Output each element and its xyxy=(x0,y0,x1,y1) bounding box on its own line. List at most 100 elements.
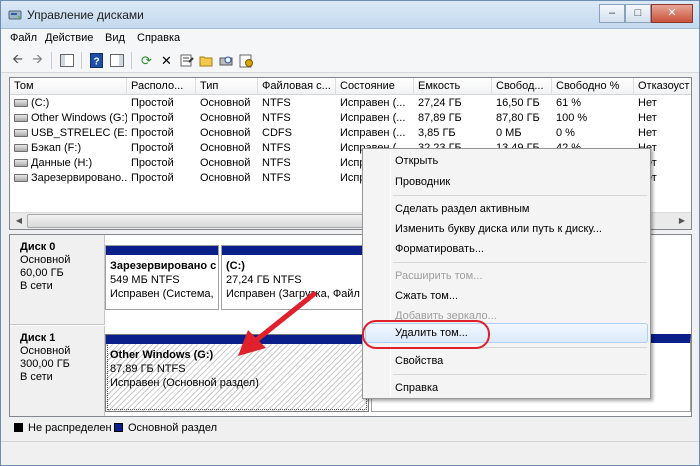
cell: Other Windows (G:) xyxy=(31,112,127,124)
scroll-left-icon[interactable]: ◀ xyxy=(11,214,27,228)
forward-icon[interactable]: 🡪 xyxy=(29,51,46,69)
minimize-button[interactable]: – xyxy=(599,4,625,23)
menu-bar: Файл Действие Вид Справка xyxy=(1,29,699,48)
column-header[interactable]: Свободно % xyxy=(552,78,634,95)
open-folder-icon[interactable] xyxy=(198,52,215,69)
partition-status: Исправен (Основной раздел) xyxy=(110,377,259,389)
column-header[interactable]: Тип xyxy=(196,78,258,95)
column-header[interactable]: Емкость xyxy=(414,78,492,95)
column-header[interactable]: Том xyxy=(10,78,127,95)
disk-0-info[interactable]: Диск 0 Основной 60,00 ГБ В сети xyxy=(10,235,105,325)
partition-name: (C:) xyxy=(226,260,245,272)
menu-action[interactable]: Действие xyxy=(45,32,93,44)
drive-icon xyxy=(14,129,28,137)
drive-icon xyxy=(14,114,28,122)
disk-size: 300,00 ГБ xyxy=(20,358,70,370)
drive-icon xyxy=(14,159,28,167)
cell: Данные (H:) xyxy=(31,157,93,169)
delete-icon[interactable]: ✕ xyxy=(158,52,175,69)
console-tree-icon[interactable] xyxy=(58,52,75,69)
partition-name: Зарезервировано с xyxy=(110,260,217,272)
menu-item-change-letter[interactable]: Изменить букву диска или путь к диску... xyxy=(395,220,602,238)
cell: Простой xyxy=(131,172,174,184)
disk-status: В сети xyxy=(20,280,53,292)
partition-bar xyxy=(106,246,218,255)
properties-icon[interactable] xyxy=(178,52,195,69)
column-header[interactable]: Состояние xyxy=(336,78,414,95)
legend: Не распределен Основной раздел xyxy=(9,420,692,437)
disk-name: Диск 0 xyxy=(20,241,56,253)
refresh-icon[interactable]: ⟳ xyxy=(138,52,155,69)
cell: (C:) xyxy=(31,97,50,109)
legend-swatch-primary xyxy=(114,423,123,432)
disk-status: В сети xyxy=(20,371,53,383)
menu-view[interactable]: Вид xyxy=(105,32,125,44)
legend-label: Основной раздел xyxy=(128,422,217,434)
menu-file[interactable]: Файл xyxy=(10,32,37,44)
column-header[interactable]: Свобод... xyxy=(492,78,552,95)
disk-management-icon xyxy=(8,10,22,20)
status-bar xyxy=(1,441,699,465)
table-row[interactable]: USB_STRELEC (E:) Простой Основной CDFS И… xyxy=(10,126,691,141)
menu-item-explorer[interactable]: Проводник xyxy=(395,173,450,191)
cell: 0 МБ xyxy=(496,127,522,139)
action-pane-icon[interactable] xyxy=(108,52,125,69)
cell: Основной xyxy=(200,157,251,169)
legend-label: Не распределен xyxy=(28,422,112,434)
cell: Бэкап (F:) xyxy=(31,142,82,154)
cell: Основной xyxy=(200,142,251,154)
partition-reserved[interactable]: Зарезервировано с 549 МБ NTFS Исправен (… xyxy=(105,245,219,310)
disk-management-window: Управление дисками – □ ✕ Файл Действие В… xyxy=(0,0,700,466)
drive-icon xyxy=(14,99,28,107)
cell: NTFS xyxy=(262,157,291,169)
drive-icon xyxy=(14,144,28,152)
disk-type: Основной xyxy=(20,345,71,357)
partition-bar xyxy=(222,246,368,255)
cell: 3,85 ГБ xyxy=(418,127,456,139)
settings-icon[interactable] xyxy=(238,52,255,69)
menu-item-properties[interactable]: Свойства xyxy=(395,352,443,370)
cell: Зарезервировано... xyxy=(31,172,127,184)
cell: Основной xyxy=(200,172,251,184)
disk-1-info[interactable]: Диск 1 Основной 300,00 ГБ В сети xyxy=(10,326,105,416)
title-bar: Управление дисками – □ ✕ xyxy=(1,1,699,29)
menu-item-open[interactable]: Открыть xyxy=(395,152,438,170)
cell: Основной xyxy=(200,112,251,124)
partition-status: Исправен (Система, xyxy=(110,288,214,300)
partition-name: Other Windows (G:) xyxy=(110,349,214,361)
scroll-right-icon[interactable]: ▶ xyxy=(674,214,690,228)
column-header[interactable]: Отказоуст xyxy=(634,78,691,95)
cell: Нет xyxy=(638,112,657,124)
menu-item-extend: Расширить том... xyxy=(395,270,483,282)
drive-icon xyxy=(14,174,28,182)
menu-item-mark-active[interactable]: Сделать раздел активным xyxy=(395,200,529,218)
menu-item-format[interactable]: Форматировать... xyxy=(395,240,484,258)
cell: Нет xyxy=(638,127,657,139)
help-icon[interactable]: ? xyxy=(88,52,105,69)
cell: NTFS xyxy=(262,112,291,124)
disk-name: Диск 1 xyxy=(20,332,56,344)
cell: Простой xyxy=(131,157,174,169)
cell: NTFS xyxy=(262,142,291,154)
column-header[interactable]: Располо... xyxy=(127,78,196,95)
cell: Основной xyxy=(200,97,251,109)
cell: Исправен (... xyxy=(340,127,406,139)
table-row[interactable]: (C:) Простой Основной NTFS Исправен (...… xyxy=(10,96,691,111)
maximize-button[interactable]: □ xyxy=(625,4,651,23)
back-icon[interactable]: 🡨 xyxy=(9,51,26,69)
menu-item-shrink[interactable]: Сжать том... xyxy=(395,287,458,305)
menu-help[interactable]: Справка xyxy=(137,32,180,44)
close-button[interactable]: ✕ xyxy=(651,4,693,23)
cell: Исправен (... xyxy=(340,112,406,124)
cell: 27,24 ГБ xyxy=(418,97,462,109)
menu-item-help[interactable]: Справка xyxy=(395,379,438,397)
cell: NTFS xyxy=(262,172,291,184)
column-header[interactable]: Файловая с... xyxy=(258,78,336,95)
cell: Нет xyxy=(638,97,657,109)
cell: Простой xyxy=(131,112,174,124)
cell: Исправен (... xyxy=(340,97,406,109)
table-row[interactable]: Other Windows (G:) Простой Основной NTFS… xyxy=(10,111,691,126)
search-disk-icon[interactable] xyxy=(218,52,235,69)
cell: 87,80 ГБ xyxy=(496,112,540,124)
menu-separator xyxy=(393,195,647,196)
